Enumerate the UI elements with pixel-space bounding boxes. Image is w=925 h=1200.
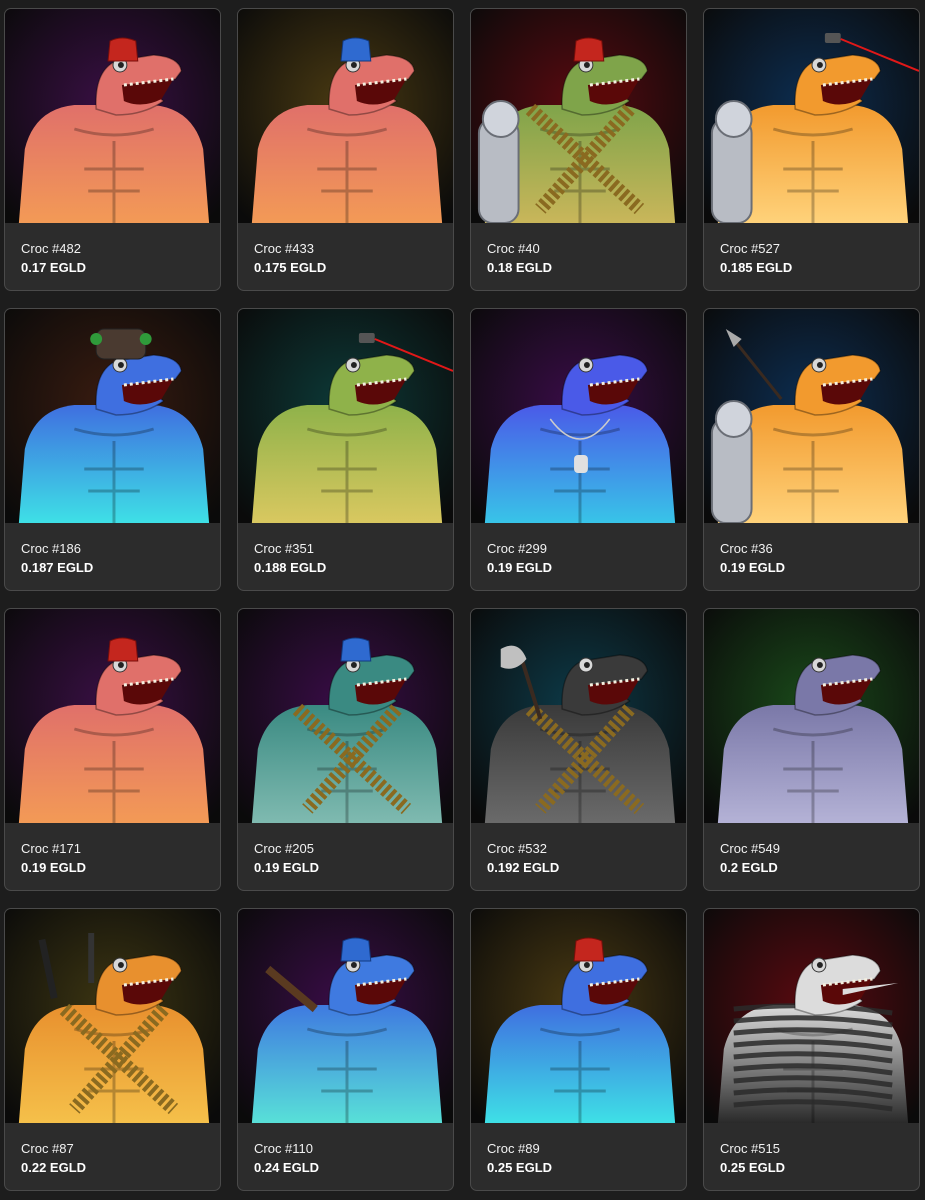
croc-image [704, 609, 919, 823]
nft-price: 0.17 EGLD [21, 260, 87, 275]
nft-name: Croc #110 [254, 1141, 314, 1156]
card-info: Croc #110 0.24 EGLD [238, 1123, 453, 1176]
nft-card[interactable]: Croc #36 0.19 EGLD [703, 308, 920, 591]
nft-price: 0.175 EGLD [254, 260, 327, 275]
nft-name: Croc #36 [720, 541, 773, 556]
croc-image [5, 609, 220, 823]
nft-price: 0.25 EGLD [720, 1160, 786, 1175]
nft-price: 0.19 EGLD [720, 560, 786, 575]
card-info: Croc #171 0.19 EGLD [5, 823, 220, 876]
nft-card[interactable]: Croc #549 0.2 EGLD [703, 608, 920, 891]
nft-name: Croc #433 [254, 241, 314, 256]
nft-price: 0.187 EGLD [21, 560, 94, 575]
croc-image [238, 609, 453, 823]
card-info: Croc #527 0.185 EGLD [704, 223, 919, 276]
nft-price: 0.188 EGLD [254, 560, 327, 575]
croc-image [471, 9, 686, 223]
nft-name: Croc #527 [720, 241, 780, 256]
nft-price: 0.192 EGLD [487, 860, 560, 875]
card-info: Croc #89 0.25 EGLD [471, 1123, 686, 1176]
croc-image [704, 909, 919, 1123]
croc-image [5, 309, 220, 523]
nft-card[interactable]: Croc #89 0.25 EGLD [470, 908, 687, 1191]
nft-name: Croc #186 [21, 541, 81, 556]
croc-image [238, 309, 453, 523]
card-info: Croc #40 0.18 EGLD [471, 223, 686, 276]
nft-card[interactable]: Croc #87 0.22 EGLD [4, 908, 221, 1191]
nft-card[interactable]: Croc #171 0.19 EGLD [4, 608, 221, 891]
card-info: Croc #87 0.22 EGLD [5, 1123, 220, 1176]
card-info: Croc #299 0.19 EGLD [471, 523, 686, 576]
nft-price: 0.22 EGLD [21, 1160, 87, 1175]
nft-name: Croc #351 [254, 541, 314, 556]
nft-card[interactable]: Croc #299 0.19 EGLD [470, 308, 687, 591]
nft-card[interactable]: Croc #433 0.175 EGLD [237, 8, 454, 291]
card-info: Croc #351 0.188 EGLD [238, 523, 453, 576]
croc-image [238, 9, 453, 223]
nft-name: Croc #482 [21, 241, 81, 256]
nft-card[interactable]: Croc #186 0.187 EGLD [4, 308, 221, 591]
nft-listing-grid: Croc #482 0.17 EGLD Croc #433 0.175 EGLD Cro… [4, 8, 920, 1191]
nft-name: Croc #171 [21, 841, 81, 856]
nft-name: Croc #205 [254, 841, 314, 856]
nft-card[interactable]: Croc #527 0.185 EGLD [703, 8, 920, 291]
nft-name: Croc #532 [487, 841, 547, 856]
croc-image [471, 909, 686, 1123]
croc-image [704, 9, 919, 223]
croc-image [5, 909, 220, 1123]
croc-image [704, 309, 919, 523]
nft-card[interactable]: Croc #40 0.18 EGLD [470, 8, 687, 291]
croc-image [471, 309, 686, 523]
nft-name: Croc #549 [720, 841, 780, 856]
card-info: Croc #205 0.19 EGLD [238, 823, 453, 876]
croc-image [471, 609, 686, 823]
croc-image [5, 9, 220, 223]
card-info: Croc #433 0.175 EGLD [238, 223, 453, 276]
nft-card[interactable]: Croc #482 0.17 EGLD [4, 8, 221, 291]
nft-price: 0.2 EGLD [720, 860, 778, 875]
nft-price: 0.24 EGLD [254, 1160, 320, 1175]
card-info: Croc #532 0.192 EGLD [471, 823, 686, 876]
card-info: Croc #549 0.2 EGLD [704, 823, 919, 876]
nft-name: Croc #40 [487, 241, 540, 256]
nft-price: 0.18 EGLD [487, 260, 553, 275]
nft-name: Croc #299 [487, 541, 547, 556]
nft-card[interactable]: Croc #515 0.25 EGLD [703, 908, 920, 1191]
nft-price: 0.19 EGLD [487, 560, 553, 575]
card-info: Croc #515 0.25 EGLD [704, 1123, 919, 1176]
nft-price: 0.185 EGLD [720, 260, 793, 275]
card-info: Croc #36 0.19 EGLD [704, 523, 919, 576]
nft-card[interactable]: Croc #110 0.24 EGLD [237, 908, 454, 1191]
card-info: Croc #186 0.187 EGLD [5, 523, 220, 576]
nft-name: Croc #89 [487, 1141, 540, 1156]
card-info: Croc #482 0.17 EGLD [5, 223, 220, 276]
nft-name: Croc #87 [21, 1141, 74, 1156]
nft-card[interactable]: Croc #351 0.188 EGLD [237, 308, 454, 591]
nft-price: 0.25 EGLD [487, 1160, 553, 1175]
nft-price: 0.19 EGLD [21, 860, 87, 875]
nft-card[interactable]: Croc #205 0.19 EGLD [237, 608, 454, 891]
nft-name: Croc #515 [720, 1141, 780, 1156]
nft-price: 0.19 EGLD [254, 860, 320, 875]
croc-image [238, 909, 453, 1123]
nft-card[interactable]: Croc #532 0.192 EGLD [470, 608, 687, 891]
